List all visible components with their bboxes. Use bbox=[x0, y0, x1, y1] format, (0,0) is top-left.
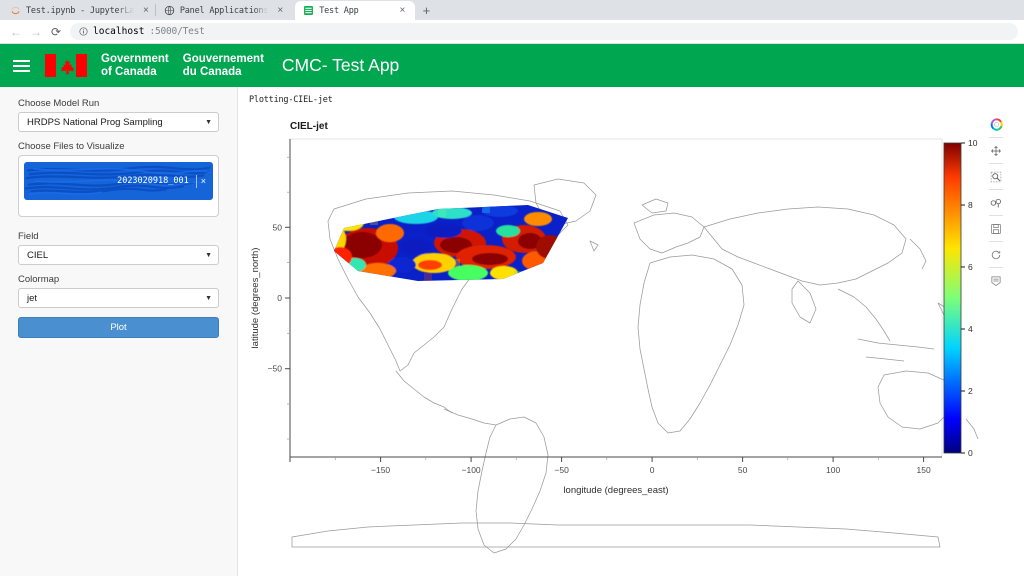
sidebar: Choose Model Run HRDPS National Prog Sam… bbox=[0, 87, 238, 576]
save-tool-icon[interactable] bbox=[989, 221, 1004, 236]
browser-tab-title: Test.ipynb - JupyterLab bbox=[26, 5, 134, 16]
bokeh-toolbar[interactable] bbox=[987, 117, 1005, 288]
browser-tab-jupyterlab[interactable]: Test.ipynb - JupyterLab × bbox=[2, 1, 155, 20]
plot-button[interactable]: Plot bbox=[18, 317, 219, 338]
svg-text:6: 6 bbox=[968, 262, 973, 272]
app-icon bbox=[304, 6, 314, 15]
colormap-value: jet bbox=[27, 292, 38, 304]
x-tick-labels: −150 −100 −50 0 50 100 150 bbox=[371, 465, 931, 475]
chip-remove-icon[interactable]: × bbox=[201, 176, 208, 186]
canada-flag-icon bbox=[45, 54, 87, 77]
svg-text:50: 50 bbox=[738, 465, 748, 475]
files-label: Choose Files to Visualize bbox=[18, 141, 125, 152]
goc-brand-french: Gouvernement du Canada bbox=[183, 53, 264, 79]
hamburger-menu-icon[interactable] bbox=[13, 59, 35, 72]
model-run-label: Choose Model Run bbox=[18, 98, 100, 109]
url-path: :5000/Test bbox=[149, 26, 205, 37]
browser-tab-panel-applications[interactable]: Panel Applications × bbox=[155, 1, 290, 20]
app-title: CMC- Test App bbox=[281, 55, 400, 75]
colorbar-tick-labels: 0 2 4 6 8 10 bbox=[968, 138, 978, 458]
goc-header-banner: Government of Canada Gouvernement du Can… bbox=[0, 44, 1024, 87]
svg-text:50: 50 bbox=[273, 222, 283, 232]
main-content: Plotting-CIEL-jet CIEL-jet −150 −100 −50… bbox=[238, 87, 1024, 576]
model-run-value: HRDPS National Prog Sampling bbox=[27, 116, 163, 128]
svg-text:0: 0 bbox=[968, 448, 973, 458]
toolbar-divider bbox=[989, 189, 1003, 190]
chevron-down-icon: ▼ bbox=[205, 118, 212, 126]
file-chip-text: 2023020918_001 bbox=[117, 176, 189, 186]
svg-text:150: 150 bbox=[917, 465, 931, 475]
pan-tool-icon[interactable] bbox=[989, 143, 1004, 158]
svg-text:−50: −50 bbox=[268, 364, 283, 374]
new-tab-button[interactable]: + bbox=[415, 1, 437, 20]
colormap-label: Colormap bbox=[18, 274, 60, 285]
url-host: localhost bbox=[93, 26, 145, 37]
svg-text:10: 10 bbox=[968, 138, 978, 148]
toolbar-divider bbox=[989, 137, 1003, 138]
colorbar: 0 2 4 6 8 10 bbox=[943, 138, 978, 458]
toolbar-divider bbox=[989, 241, 1003, 242]
browser-tab-title: Panel Applications bbox=[179, 5, 269, 16]
svg-text:100: 100 bbox=[826, 465, 840, 475]
page-body: Choose Model Run HRDPS National Prog Sam… bbox=[0, 87, 1024, 576]
svg-text:−50: −50 bbox=[554, 465, 569, 475]
files-multiselect[interactable]: 2023020918_001 × bbox=[18, 155, 219, 217]
address-bar[interactable]: localhost :5000/Test bbox=[70, 23, 1018, 40]
svg-text:2: 2 bbox=[968, 386, 973, 396]
map-figure[interactable]: −150 −100 −50 0 50 100 150 50 0 −50 long… bbox=[238, 113, 1024, 576]
y-tick-labels: 50 0 −50 bbox=[268, 222, 283, 373]
svg-text:latitude (degrees_north): latitude (degrees_north) bbox=[250, 248, 261, 349]
plot-frame bbox=[289, 138, 943, 458]
tab-close-icon[interactable]: × bbox=[143, 5, 149, 16]
svg-text:4: 4 bbox=[968, 324, 973, 334]
svg-text:0: 0 bbox=[650, 465, 655, 475]
browser-chrome: Test.ipynb - JupyterLab × Panel Applicat… bbox=[0, 0, 1024, 44]
chevron-down-icon: ▼ bbox=[205, 294, 212, 302]
toolbar-divider bbox=[989, 163, 1003, 164]
info-circle-icon[interactable] bbox=[79, 27, 88, 36]
goc-brand-fr-line1: Gouvernement bbox=[182, 52, 264, 65]
panel-icon bbox=[164, 5, 175, 16]
svg-text:−100: −100 bbox=[462, 465, 481, 475]
goc-brand-en-line1: Government bbox=[101, 52, 169, 65]
tab-close-icon[interactable]: × bbox=[400, 5, 406, 16]
wheel-zoom-tool-icon[interactable] bbox=[989, 195, 1004, 210]
goc-brand-english: Government of Canada bbox=[101, 53, 169, 79]
box-zoom-tool-icon[interactable] bbox=[989, 169, 1004, 184]
field-label: Field bbox=[18, 231, 39, 242]
help-tool-icon[interactable] bbox=[989, 273, 1004, 288]
colormap-select[interactable]: jet ▼ bbox=[18, 288, 219, 308]
svg-text:0: 0 bbox=[277, 293, 282, 303]
bokeh-plot-panel: CIEL-jet −150 −100 −50 0 50 100 150 50 0… bbox=[238, 113, 1024, 576]
status-text: Plotting-CIEL-jet bbox=[249, 95, 333, 105]
svg-text:−150: −150 bbox=[371, 465, 390, 475]
forward-button[interactable]: → bbox=[26, 22, 46, 42]
field-select[interactable]: CIEL ▼ bbox=[18, 245, 219, 265]
field-value: CIEL bbox=[27, 249, 49, 261]
toolbar-divider bbox=[989, 267, 1003, 268]
browser-tab-title: Test App bbox=[319, 5, 359, 16]
browser-toolbar: ← → ⟳ localhost :5000/Test bbox=[0, 20, 1024, 44]
toolbar-divider bbox=[989, 215, 1003, 216]
tab-close-icon[interactable]: × bbox=[277, 5, 283, 16]
file-chip[interactable]: 2023020918_001 × bbox=[24, 162, 213, 200]
browser-tab-test-app[interactable]: Test App × bbox=[295, 1, 416, 20]
bokeh-logo-icon[interactable] bbox=[989, 117, 1004, 132]
goc-brand-en-line2: of Canada bbox=[101, 65, 157, 78]
model-run-select[interactable]: HRDPS National Prog Sampling ▼ bbox=[18, 112, 219, 132]
chip-divider bbox=[195, 174, 197, 188]
reset-tool-icon[interactable] bbox=[989, 247, 1004, 262]
chevron-down-icon: ▼ bbox=[205, 251, 212, 259]
back-button[interactable]: ← bbox=[6, 22, 26, 42]
goc-brand-fr-line2: du Canada bbox=[182, 65, 242, 78]
svg-text:8: 8 bbox=[968, 200, 973, 210]
reload-button[interactable]: ⟳ bbox=[46, 22, 66, 42]
x-axis-title: longitude (degrees_east) bbox=[563, 485, 668, 496]
browser-tabstrip: Test.ipynb - JupyterLab × Panel Applicat… bbox=[0, 0, 1024, 20]
jupyter-icon bbox=[11, 6, 20, 15]
